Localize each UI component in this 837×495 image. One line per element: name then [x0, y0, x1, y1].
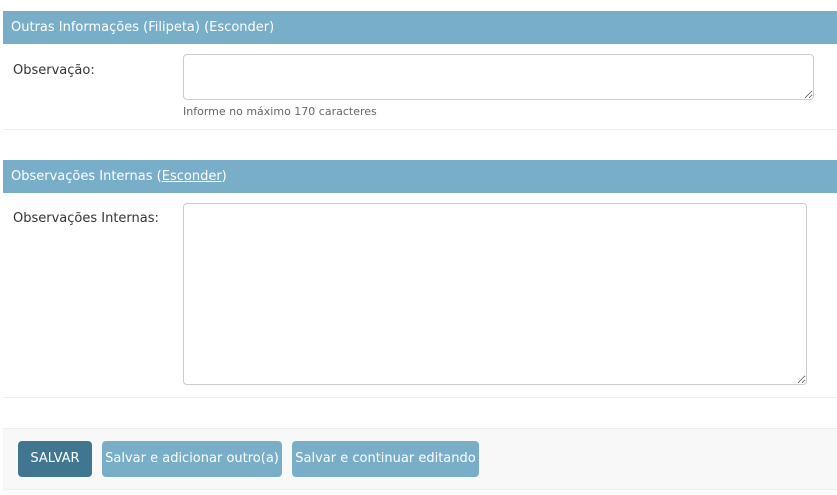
section-divider — [3, 129, 837, 130]
internal-notes-section-header: Observações Internas (Esconder) — [3, 160, 837, 193]
save-and-continue-button[interactable]: Salvar e continuar editando — [292, 441, 479, 477]
observation-help-text: Informe no máximo 170 caracteres — [183, 105, 377, 118]
other-info-section-header: Outras Informações (Filipeta) (Esconder) — [3, 11, 837, 44]
internal-notes-hide-link[interactable]: Esconder — [162, 169, 222, 184]
other-info-hide-link[interactable]: (Esconder) — [204, 20, 274, 35]
submit-row: SALVAR Salvar e adicionar outro(a) Salva… — [3, 428, 837, 490]
internal-notes-section-title: Observações Internas — [11, 169, 153, 184]
internal-notes-textarea[interactable] — [183, 203, 807, 385]
save-button[interactable]: SALVAR — [18, 441, 92, 477]
admin-change-form: Outras Informações (Filipeta) (Esconder)… — [0, 0, 837, 495]
observation-label: Observação: — [13, 63, 95, 78]
save-and-add-another-button[interactable]: Salvar e adicionar outro(a) — [102, 441, 282, 477]
internal-notes-label: Observações Internas: — [13, 211, 159, 226]
observation-textarea[interactable] — [183, 54, 814, 100]
section-divider — [3, 397, 837, 398]
other-info-section-title: Outras Informações (Filipeta) — [11, 20, 200, 35]
internal-notes-toggle-close-paren: ) — [221, 169, 227, 184]
